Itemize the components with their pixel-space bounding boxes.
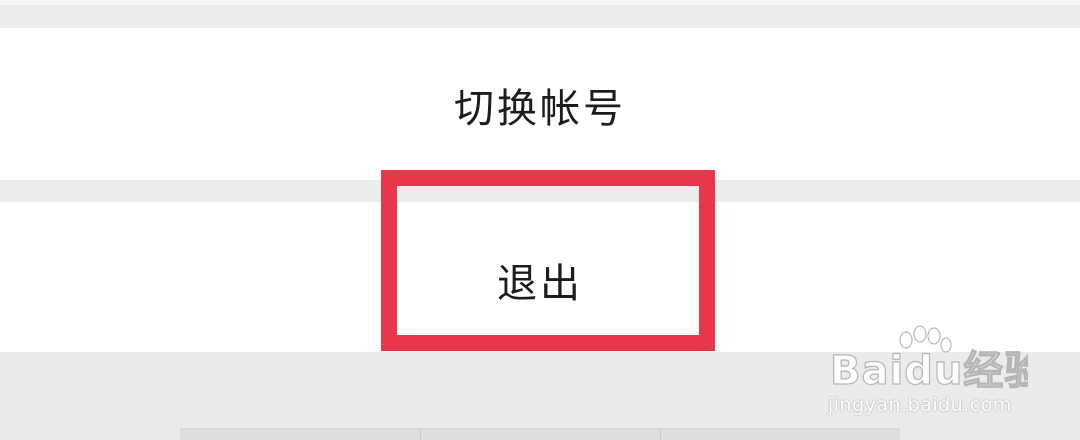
top-spacer [0, 0, 1080, 28]
top-stripe [0, 0, 1080, 5]
logout-button[interactable]: 退出 [0, 202, 1080, 352]
menu-divider [0, 180, 1080, 202]
logout-label: 退出 [497, 261, 583, 307]
bottom-bar-separator [420, 429, 421, 440]
switch-account-label: 切换帐号 [454, 86, 626, 132]
bottom-bar-separator [660, 429, 661, 440]
bottom-background [0, 352, 1080, 439]
switch-account-button[interactable]: 切换帐号 [0, 28, 1080, 180]
bottom-bar [180, 428, 900, 440]
